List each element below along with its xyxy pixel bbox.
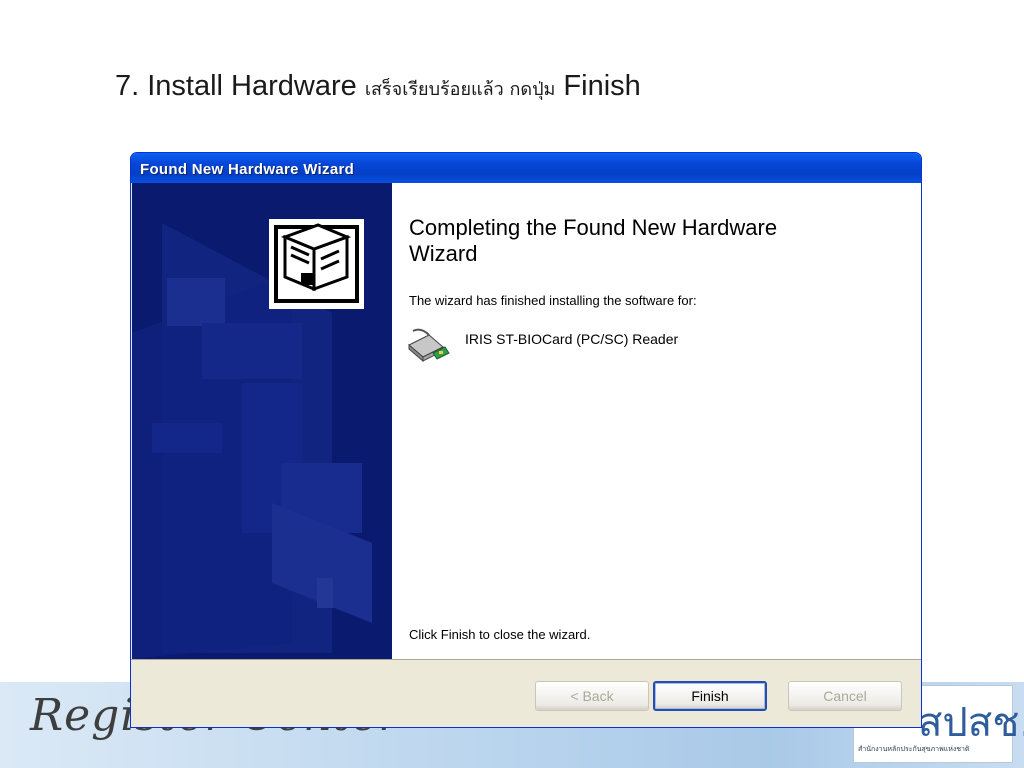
slide-title: 7. Install Hardware เสร็จเรียบร้อยแล้ว ก… (115, 70, 641, 103)
window-titlebar[interactable]: Found New Hardware Wizard (131, 153, 921, 183)
button-divider (131, 659, 921, 660)
back-button[interactable]: < Back (535, 681, 649, 711)
device-name: IRIS ST-BIOCard (PC/SC) Reader (465, 331, 679, 347)
slide-title-prefix: 7. Install Hardware (115, 70, 357, 102)
wizard-heading: Completing the Found New Hardware Wizard (409, 215, 778, 266)
close-hint: Click Finish to close the wizard. (409, 627, 591, 642)
window-title: Found New Hardware Wizard (140, 161, 355, 178)
logo-subtext: สำนักงานหลักประกันสุขภาพแห่งชาติ (858, 746, 970, 753)
wizard-content: Completing the Found New Hardware Wizard… (392, 183, 921, 659)
wizard-banner-panel (132, 183, 392, 659)
slide-title-suffix: Finish (563, 70, 641, 102)
smart-card-reader-icon (405, 321, 451, 367)
slide-title-thai: เสร็จเรียบร้อยแล้ว กดปุ่ม (364, 79, 556, 100)
finished-text: The wizard has finished installing the s… (409, 293, 697, 308)
cancel-button[interactable]: Cancel (788, 681, 902, 711)
found-new-hardware-wizard-dialog: Found New Hardware Wizard Completing the… (130, 152, 922, 728)
finish-button[interactable]: Finish (653, 681, 767, 711)
hardware-box-icon (269, 219, 364, 309)
